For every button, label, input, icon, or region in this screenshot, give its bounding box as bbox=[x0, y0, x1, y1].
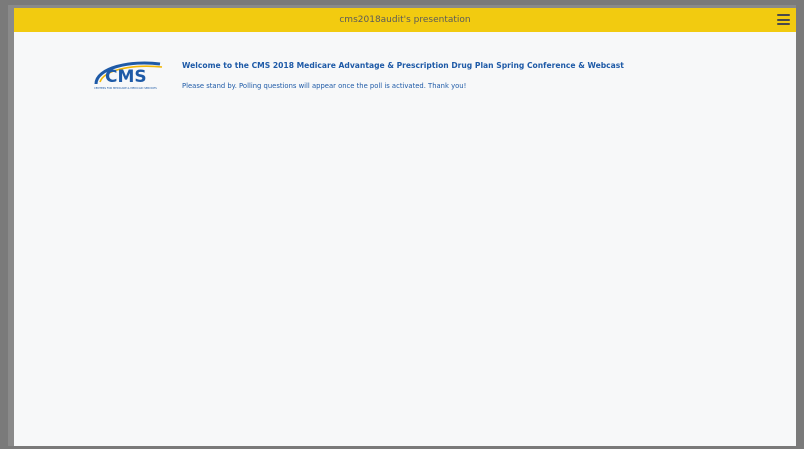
cms-logo-wordmark: CMS bbox=[105, 67, 147, 87]
standby-message: Please stand by. Polling questions will … bbox=[182, 82, 467, 90]
header-bar: cms2018audit's presentation bbox=[14, 8, 796, 32]
cms-logo-tagline: CENTERS FOR MEDICARE & MEDICAID SERVICES bbox=[94, 86, 157, 90]
presentation-frame: cms2018audit's presentation CMS CENTERS … bbox=[8, 5, 796, 446]
main-content: CMS CENTERS FOR MEDICARE & MEDICAID SERV… bbox=[14, 32, 796, 446]
hamburger-menu-icon[interactable] bbox=[777, 14, 790, 25]
welcome-heading: Welcome to the CMS 2018 Medicare Advanta… bbox=[182, 61, 624, 70]
presentation-title: cms2018audit's presentation bbox=[339, 15, 471, 25]
cms-logo: CMS CENTERS FOR MEDICARE & MEDICAID SERV… bbox=[90, 56, 174, 90]
